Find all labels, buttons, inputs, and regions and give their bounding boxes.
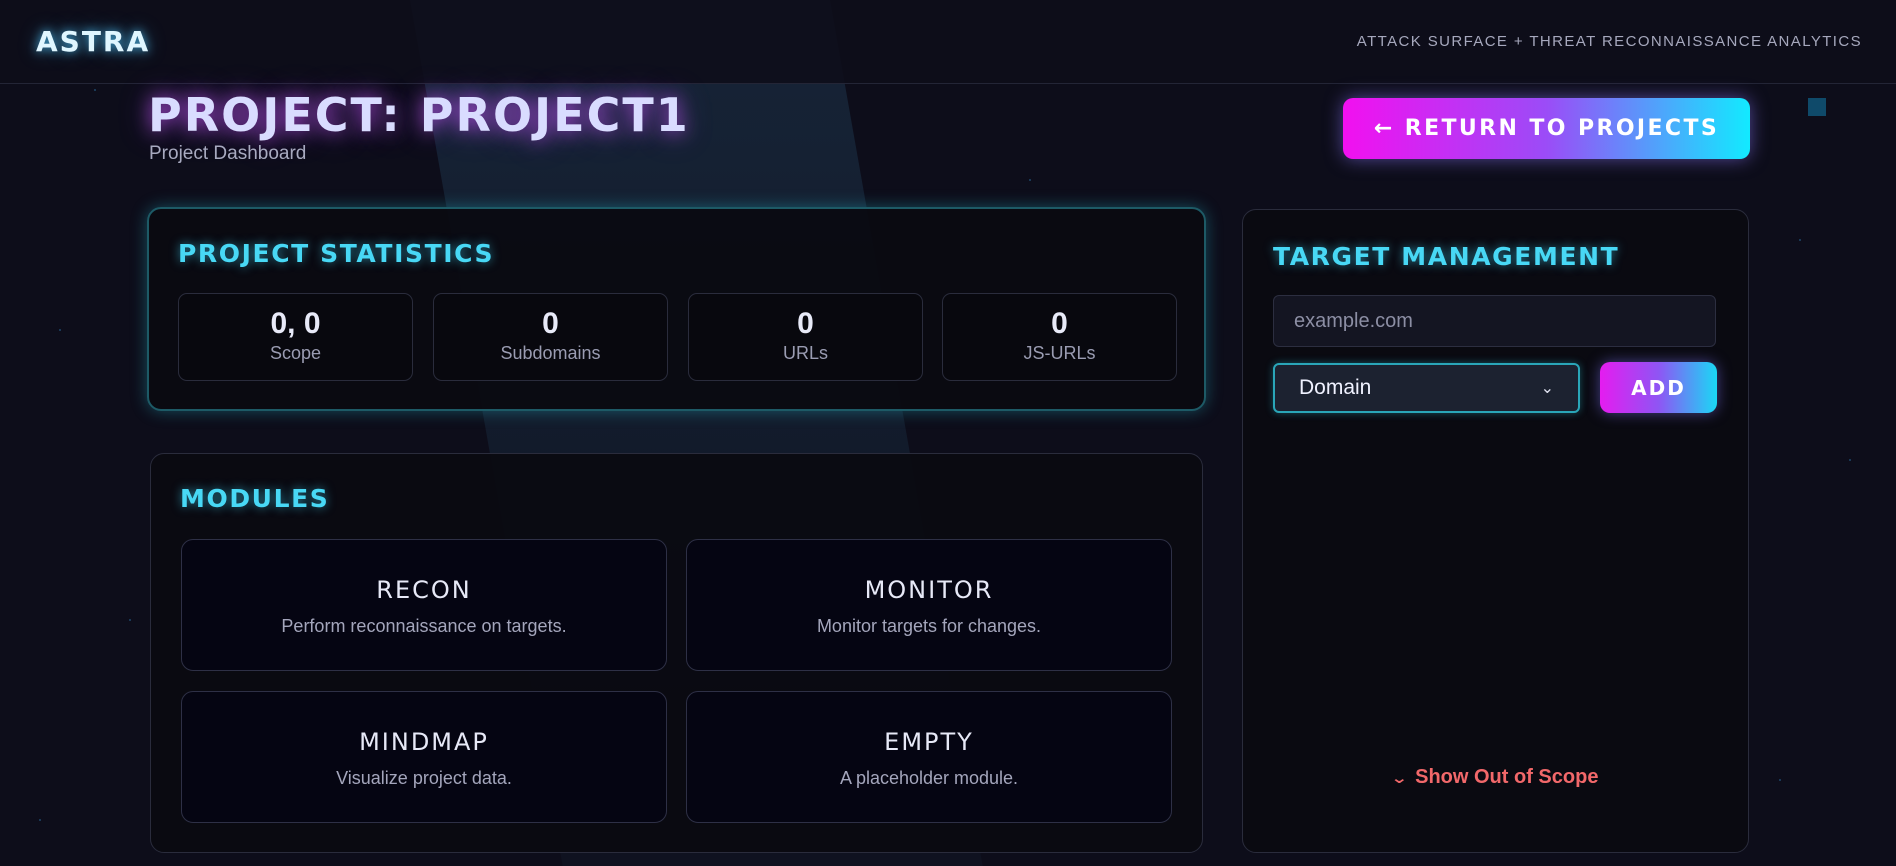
show-out-of-scope-toggle[interactable]: ⌄ Show Out of Scope bbox=[1243, 766, 1748, 789]
stat-label: Scope bbox=[269, 343, 322, 363]
stat-value: 0, 0 bbox=[270, 307, 321, 340]
chevron-down-icon: ⌄ bbox=[1540, 380, 1554, 397]
module-description: Monitor targets for changes. bbox=[816, 616, 1042, 636]
chevron-down-icon: ⌄ bbox=[1390, 769, 1408, 787]
module-card-recon[interactable]: RECON Perform reconnaissance on targets. bbox=[181, 539, 667, 671]
module-name: RECON bbox=[376, 576, 472, 604]
stat-label: URLs bbox=[782, 343, 828, 363]
stat-scope: 0, 0 Scope bbox=[178, 293, 413, 381]
page-subtitle: Project Dashboard bbox=[149, 143, 307, 164]
target-management-heading: TARGET MANAGEMENT bbox=[1273, 242, 1620, 271]
project-statistics-heading: PROJECT STATISTICS bbox=[178, 239, 495, 268]
stat-value: 0 bbox=[1051, 307, 1068, 340]
modules-panel: MODULES RECON Perform reconnaissance on … bbox=[150, 453, 1203, 853]
stat-subdomains: 0 Subdomains bbox=[433, 293, 668, 381]
add-target-button[interactable]: ADD bbox=[1600, 362, 1717, 413]
module-card-monitor[interactable]: MONITOR Monitor targets for changes. bbox=[686, 539, 1172, 671]
module-description: A placeholder module. bbox=[839, 768, 1019, 788]
app-tagline: ATTACK SURFACE + THREAT RECONNAISSANCE A… bbox=[1356, 33, 1862, 50]
module-description: Perform reconnaissance on targets. bbox=[281, 616, 567, 636]
module-name: MINDMAP bbox=[359, 728, 489, 756]
target-type-select[interactable]: Domain ⌄ bbox=[1273, 363, 1580, 413]
corner-indicator bbox=[1808, 98, 1826, 116]
stat-value: 0 bbox=[542, 307, 559, 340]
show-out-of-scope-label: Show Out of Scope bbox=[1415, 766, 1599, 788]
stat-js-urls: 0 JS-URLs bbox=[942, 293, 1177, 381]
modules-heading: MODULES bbox=[180, 484, 330, 513]
module-name: MONITOR bbox=[864, 576, 994, 604]
target-type-value: Domain bbox=[1299, 376, 1372, 399]
stat-urls: 0 URLs bbox=[688, 293, 923, 381]
target-management-panel: TARGET MANAGEMENT Domain ⌄ ADD ⌄ Show Ou… bbox=[1242, 209, 1749, 853]
top-bar: ASTRA ATTACK SURFACE + THREAT RECONNAISS… bbox=[0, 0, 1896, 84]
module-card-empty[interactable]: EMPTY A placeholder module. bbox=[686, 691, 1172, 823]
stat-label: Subdomains bbox=[500, 343, 601, 363]
module-card-mindmap[interactable]: MINDMAP Visualize project data. bbox=[181, 691, 667, 823]
app-logo[interactable]: ASTRA bbox=[36, 25, 150, 58]
project-statistics-panel: PROJECT STATISTICS 0, 0 Scope 0 Subdomai… bbox=[147, 207, 1206, 411]
module-name: EMPTY bbox=[884, 728, 974, 756]
stat-value: 0 bbox=[797, 307, 814, 340]
return-to-projects-button[interactable]: ← RETURN TO PROJECTS bbox=[1343, 98, 1750, 159]
module-description: Visualize project data. bbox=[336, 768, 512, 788]
target-input[interactable] bbox=[1273, 295, 1716, 347]
stat-label: JS-URLs bbox=[1023, 343, 1096, 363]
page-title: PROJECT: PROJECT1 bbox=[148, 88, 690, 142]
